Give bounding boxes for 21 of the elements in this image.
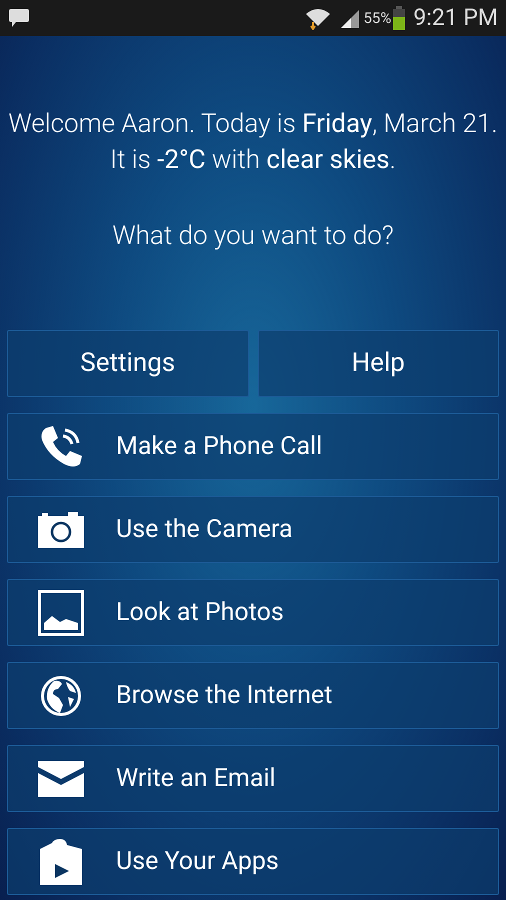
camera-icon bbox=[38, 512, 84, 548]
envelope-icon bbox=[38, 760, 84, 796]
menu-button[interactable]: Settings bbox=[7, 330, 248, 397]
question-text: What do you want to do? bbox=[112, 220, 394, 253]
signal-icon bbox=[339, 8, 362, 28]
action-button[interactable]: Look at Photos bbox=[7, 579, 499, 646]
chat-icon bbox=[8, 8, 30, 28]
battery-icon bbox=[393, 6, 406, 30]
action-button[interactable]: Write an Email bbox=[7, 745, 499, 812]
battery-percent: 55% bbox=[363, 8, 392, 29]
welcome-message: Welcome Aaron. Today is Friday, March 21. It is -2°C with clear skies. bbox=[8, 108, 498, 177]
wifi-icon bbox=[305, 6, 332, 30]
clock: 9:21 PM bbox=[413, 2, 498, 33]
action-button[interactable]: Make a Phone Call bbox=[7, 413, 499, 480]
action-button[interactable]: Use Your Apps bbox=[7, 828, 499, 895]
image-icon bbox=[38, 590, 84, 636]
globe-icon bbox=[40, 674, 82, 716]
action-button[interactable]: Browse the Internet bbox=[7, 662, 499, 729]
menu-button[interactable]: Help bbox=[258, 330, 499, 397]
shopping-bag-icon bbox=[38, 838, 84, 884]
action-button[interactable]: Use the Camera bbox=[7, 496, 499, 563]
